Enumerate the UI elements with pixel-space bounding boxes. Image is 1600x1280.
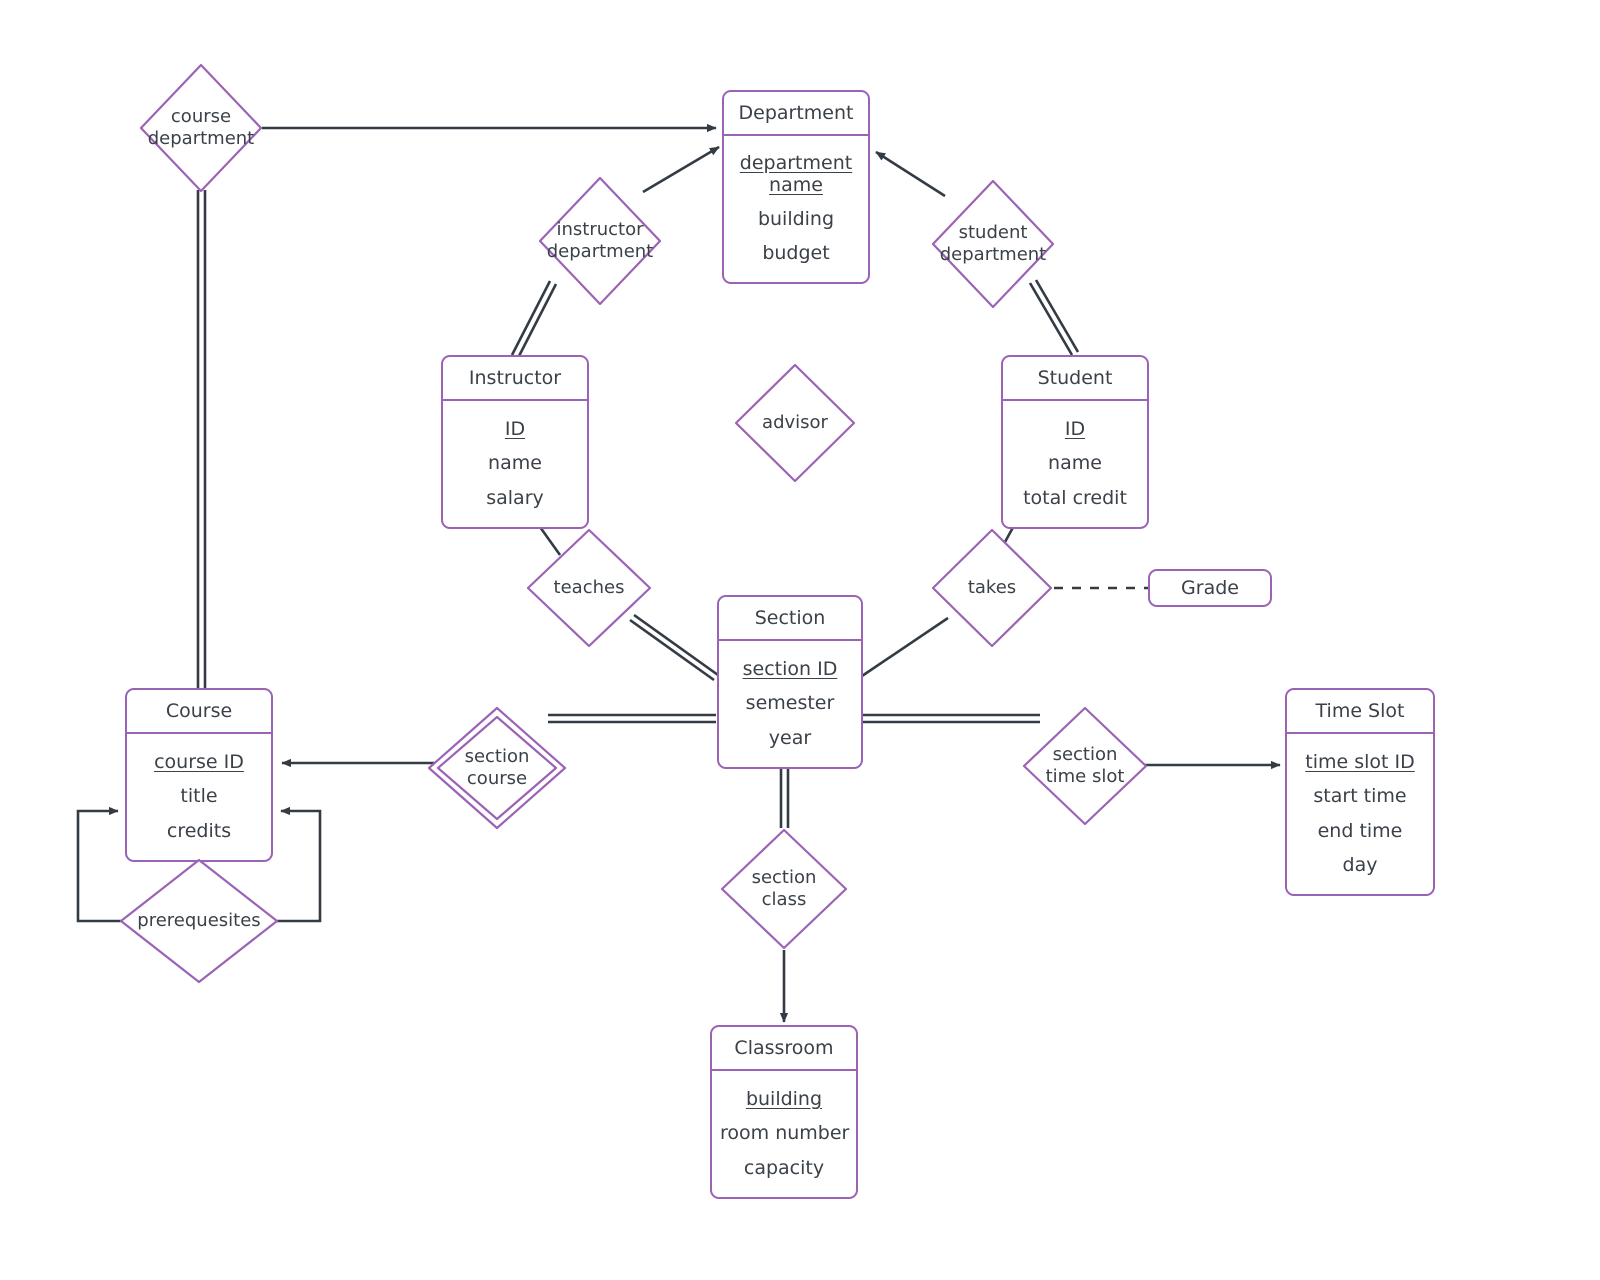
entity-attributes: ID name total credit [1003, 401, 1147, 527]
relationship-section-class[interactable]: section class [719, 827, 849, 951]
entity-course[interactable]: Course course ID title credits [125, 688, 273, 862]
relationship-prerequesites[interactable]: prerequesites [118, 857, 280, 985]
relationship-instructor-department[interactable]: instructor department [537, 175, 663, 307]
attribute-end-time: end time [1317, 819, 1403, 842]
attribute-section-id: section ID [742, 658, 838, 680]
entity-title: Course [127, 690, 271, 734]
relationship-takes[interactable]: takes [930, 527, 1054, 649]
attribute-building: building [745, 1088, 823, 1110]
attribute-capacity: capacity [743, 1156, 825, 1179]
relationship-teaches[interactable]: teaches [525, 527, 653, 649]
entity-attributes: time slot ID start time end time day [1287, 734, 1433, 894]
entity-attributes: section ID semester year [719, 641, 861, 767]
entity-title: Student [1003, 357, 1147, 401]
attribute-room-number: room number [720, 1122, 850, 1145]
attribute-name: name [1048, 452, 1102, 475]
attribute-title: title [180, 785, 218, 808]
relationship-advisor[interactable]: advisor [733, 362, 857, 484]
attribute-start-time: start time [1313, 785, 1407, 808]
entity-student[interactable]: Student ID name total credit [1001, 355, 1149, 529]
entity-attributes: department name building budget [724, 136, 868, 282]
entity-instructor[interactable]: Instructor ID name salary [441, 355, 589, 529]
attribute-time-slot-id: time slot ID [1305, 751, 1415, 773]
attribute-course-id: course ID [154, 751, 244, 773]
attribute-box-grade[interactable]: Grade [1148, 569, 1272, 607]
attribute-building: building [757, 207, 835, 230]
attribute-year: year [768, 726, 812, 749]
entity-title: Section [719, 597, 861, 641]
entity-section[interactable]: Section section ID semester year [717, 595, 863, 769]
attribute-day: day [1342, 853, 1378, 876]
entity-attributes: ID name salary [443, 401, 587, 527]
entity-attributes: course ID title credits [127, 734, 271, 860]
attribute-semester: semester [745, 692, 835, 715]
relationship-section-course[interactable]: section course [427, 706, 567, 830]
er-diagram-canvas: Department department name building budg… [0, 0, 1600, 1280]
attribute-budget: budget [762, 242, 830, 265]
attribute-id: ID [504, 418, 526, 440]
entity-attributes: building room number capacity [712, 1071, 856, 1197]
attribute-department-name: department name [739, 152, 853, 197]
entity-classroom[interactable]: Classroom building room number capacity [710, 1025, 858, 1199]
attribute-salary: salary [486, 486, 544, 509]
entity-title: Instructor [443, 357, 587, 401]
relationship-course-department[interactable]: course department [138, 62, 264, 194]
relationship-student-department[interactable]: student department [930, 178, 1056, 310]
entity-time-slot[interactable]: Time Slot time slot ID start time end ti… [1285, 688, 1435, 897]
entity-title: Time Slot [1287, 690, 1433, 734]
entity-title: Classroom [712, 1027, 856, 1071]
attribute-credits: credits [166, 819, 232, 842]
attribute-name: name [488, 452, 542, 475]
attribute-total-credit: total credit [1023, 486, 1127, 509]
relationship-section-time-slot[interactable]: section time slot [1021, 705, 1149, 827]
entity-title: Department [724, 92, 868, 136]
entity-department[interactable]: Department department name building budg… [722, 90, 870, 285]
attribute-id: ID [1064, 418, 1086, 440]
attribute-box-label: Grade [1181, 577, 1239, 599]
